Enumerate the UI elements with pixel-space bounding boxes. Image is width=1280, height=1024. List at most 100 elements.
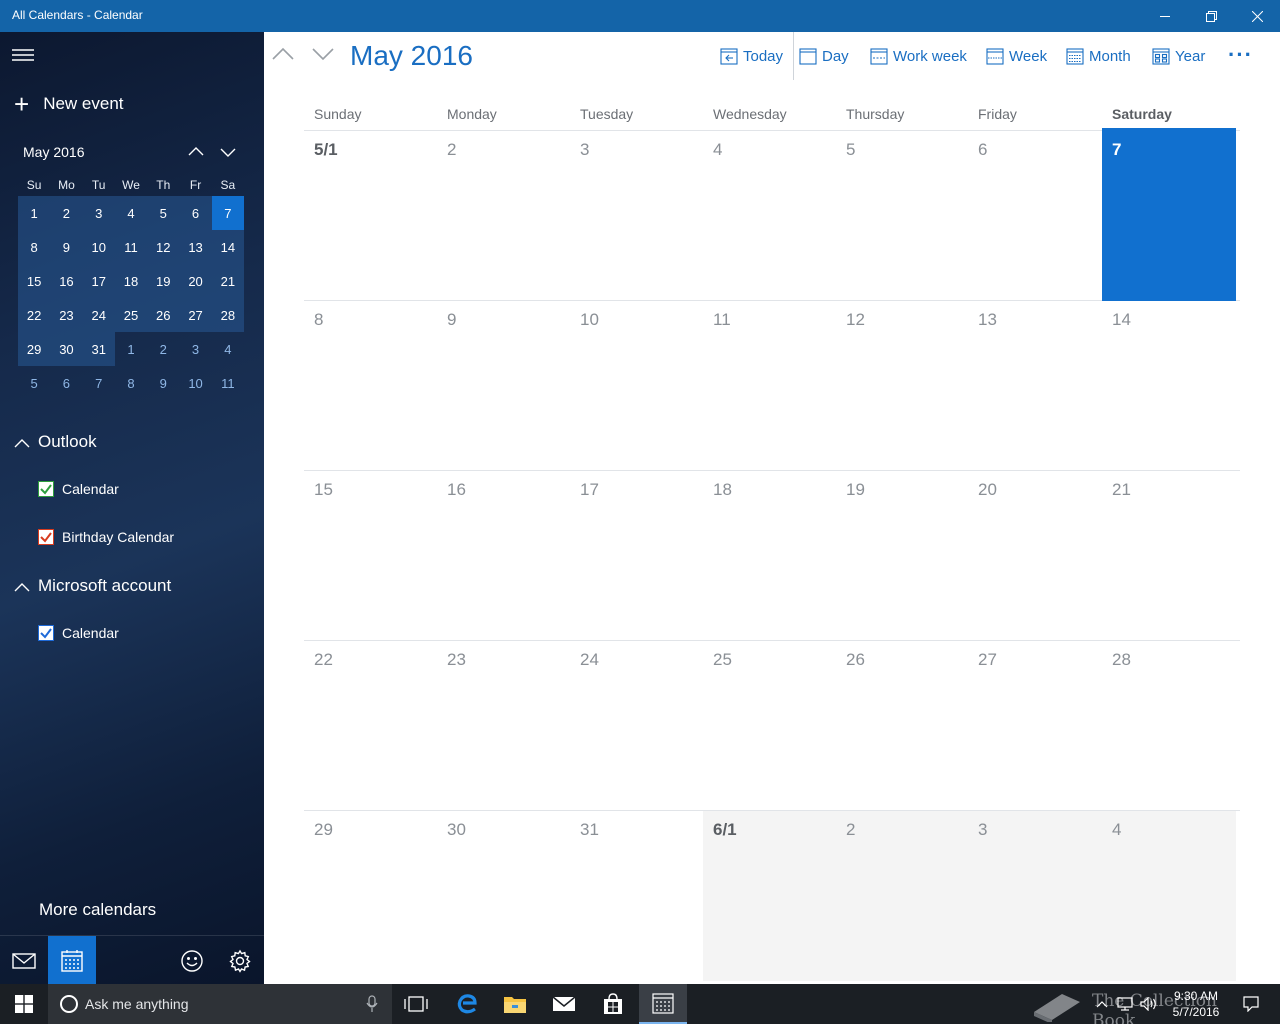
mini-calendar-day[interactable]: 8 <box>115 366 147 400</box>
mini-calendar-day[interactable]: 29 <box>18 332 51 366</box>
mini-calendar-day[interactable]: 12 <box>147 230 180 264</box>
calendar-day-cell[interactable]: 20 <box>968 471 1102 641</box>
calendar-day-cell[interactable]: 19 <box>836 471 968 641</box>
mini-calendar-day[interactable]: 4 <box>212 332 244 366</box>
previous-month-button[interactable] <box>270 44 296 64</box>
edge-browser-button[interactable] <box>443 984 491 1024</box>
calendar-day-cell[interactable]: 6/1 <box>703 811 836 981</box>
mini-calendar-day[interactable]: 10 <box>82 230 115 264</box>
mini-calendar-day[interactable]: 4 <box>114 196 148 230</box>
calendar-day-cell[interactable]: 2 <box>437 131 570 301</box>
settings-button[interactable] <box>216 936 264 984</box>
calendar-day-cell[interactable]: 13 <box>968 301 1102 471</box>
calendar-day-cell[interactable]: 18 <box>703 471 836 641</box>
calendar-day-cell[interactable]: 5 <box>836 131 968 301</box>
close-button[interactable] <box>1234 0 1280 32</box>
mail-app-button[interactable] <box>0 936 48 984</box>
calendar-day-cell[interactable]: 24 <box>570 641 703 811</box>
mini-calendar-day[interactable]: 26 <box>147 298 180 332</box>
calendar-taskbar-button[interactable] <box>639 984 687 1024</box>
mini-calendar-day[interactable]: 11 <box>114 230 148 264</box>
mini-calendar-next-button[interactable] <box>218 142 238 162</box>
month-view-button[interactable]: Month <box>1066 47 1131 65</box>
calendar-day-cell[interactable]: 17 <box>570 471 703 641</box>
calendar-checkbox[interactable] <box>38 481 54 497</box>
mini-calendar-day[interactable]: 2 <box>50 196 83 230</box>
mini-calendar-prev-button[interactable] <box>186 142 206 162</box>
calendar-day-cell[interactable]: 4 <box>1102 811 1236 981</box>
mini-calendar-day[interactable]: 3 <box>179 332 211 366</box>
calendar-day-cell[interactable]: 31 <box>570 811 703 981</box>
calendar-day-cell[interactable]: 10 <box>570 301 703 471</box>
mini-calendar-day[interactable]: 23 <box>50 298 83 332</box>
network-button[interactable] <box>1114 984 1136 1024</box>
mini-calendar-day[interactable]: 24 <box>82 298 115 332</box>
calendar-app-button[interactable] <box>48 936 96 984</box>
calendar-day-cell[interactable]: 7 <box>1102 128 1236 301</box>
mini-calendar-day[interactable]: 15 <box>18 264 51 298</box>
mini-calendar-day[interactable]: 16 <box>50 264 83 298</box>
restore-button[interactable] <box>1188 0 1234 32</box>
calendar-day-cell[interactable]: 25 <box>703 641 836 811</box>
task-view-button[interactable] <box>392 984 440 1024</box>
minimize-button[interactable] <box>1142 0 1188 32</box>
mini-calendar-day[interactable]: 5 <box>147 196 180 230</box>
calendar-day-cell[interactable]: 2 <box>836 811 968 981</box>
start-button[interactable] <box>0 984 48 1024</box>
calendar-checkbox[interactable] <box>38 529 54 545</box>
calendar-item-birthday-calendar[interactable]: Birthday Calendar <box>38 529 174 545</box>
calendar-day-cell[interactable]: 15 <box>304 471 437 641</box>
mini-calendar-day[interactable]: 1 <box>115 332 147 366</box>
mini-calendar-day[interactable]: 7 <box>211 196 244 230</box>
mini-calendar-day[interactable]: 27 <box>179 298 212 332</box>
calendar-day-cell[interactable]: 11 <box>703 301 836 471</box>
mini-calendar-day[interactable]: 6 <box>50 366 82 400</box>
hamburger-menu-button[interactable] <box>12 46 36 64</box>
mini-calendar-day[interactable]: 21 <box>211 264 244 298</box>
new-event-button[interactable]: + New event <box>14 91 124 117</box>
calendar-day-cell[interactable]: 14 <box>1102 301 1236 471</box>
calendar-day-cell[interactable]: 3 <box>570 131 703 301</box>
work-week-view-button[interactable]: Work week <box>870 47 967 65</box>
calendar-day-cell[interactable]: 3 <box>968 811 1102 981</box>
mini-calendar-day[interactable]: 22 <box>18 298 51 332</box>
mini-calendar-day[interactable]: 3 <box>82 196 115 230</box>
volume-button[interactable] <box>1138 984 1160 1024</box>
system-clock[interactable]: 9:30 AM 5/7/2016 <box>1160 988 1232 1020</box>
mini-calendar-day[interactable]: 10 <box>179 366 211 400</box>
mini-calendar-day[interactable]: 2 <box>147 332 179 366</box>
calendar-day-cell[interactable]: 6 <box>968 131 1102 301</box>
calendar-item-microsoft-calendar[interactable]: Calendar <box>38 625 119 641</box>
group-microsoft-account[interactable]: Microsoft account <box>14 576 171 596</box>
store-button[interactable] <box>589 984 637 1024</box>
next-month-button[interactable] <box>310 44 336 64</box>
week-view-button[interactable]: Week <box>986 47 1047 65</box>
calendar-checkbox[interactable] <box>38 625 54 641</box>
calendar-day-cell[interactable]: 30 <box>437 811 570 981</box>
feedback-button[interactable] <box>168 936 216 984</box>
mini-calendar-day[interactable]: 9 <box>147 366 179 400</box>
mini-calendar-day[interactable]: 31 <box>82 332 115 366</box>
mini-calendar-day[interactable]: 9 <box>50 230 83 264</box>
mail-taskbar-button[interactable] <box>540 984 588 1024</box>
calendar-day-cell[interactable]: 26 <box>836 641 968 811</box>
microphone-icon[interactable] <box>366 995 378 1013</box>
mini-calendar-day[interactable]: 6 <box>179 196 212 230</box>
calendar-day-cell[interactable]: 28 <box>1102 641 1236 811</box>
day-view-button[interactable]: Day <box>799 47 849 65</box>
calendar-day-cell[interactable]: 22 <box>304 641 437 811</box>
mini-calendar-day[interactable]: 14 <box>211 230 244 264</box>
show-hidden-icons-button[interactable] <box>1092 984 1112 1024</box>
file-explorer-button[interactable] <box>491 984 539 1024</box>
calendar-day-cell[interactable]: 5/1 <box>304 131 437 301</box>
calendar-day-cell[interactable]: 12 <box>836 301 968 471</box>
action-center-button[interactable] <box>1238 984 1264 1024</box>
calendar-day-cell[interactable]: 8 <box>304 301 437 471</box>
mini-calendar-day[interactable]: 20 <box>179 264 212 298</box>
mini-calendar-day[interactable]: 25 <box>114 298 148 332</box>
mini-calendar-month[interactable]: May 2016 <box>23 144 84 160</box>
more-calendars-link[interactable]: More calendars <box>39 900 156 920</box>
page-title[interactable]: May 2016 <box>350 40 473 72</box>
calendar-day-cell[interactable]: 23 <box>437 641 570 811</box>
year-view-button[interactable]: Year <box>1152 47 1205 65</box>
